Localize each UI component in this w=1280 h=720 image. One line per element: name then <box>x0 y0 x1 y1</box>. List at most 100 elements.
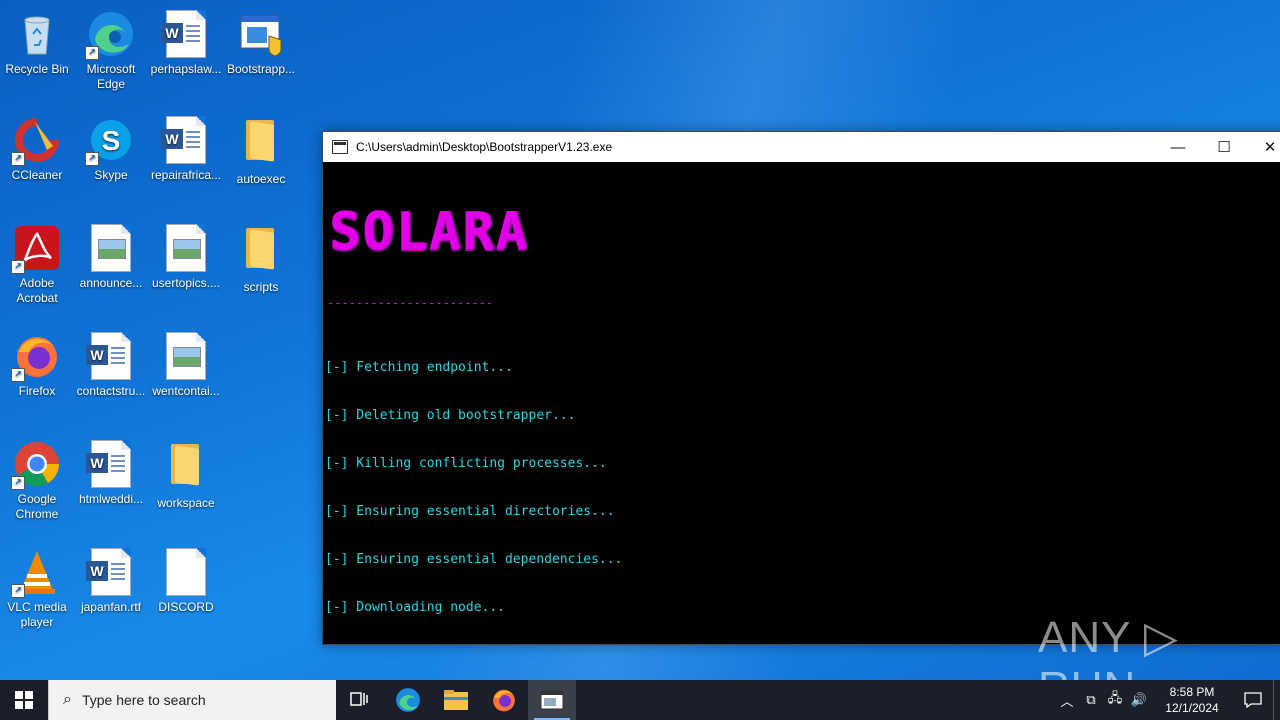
close-button[interactable]: ✕ <box>1247 132 1280 162</box>
minimize-button[interactable]: — <box>1155 132 1201 162</box>
skype-icon: S ↗ <box>85 116 135 166</box>
console-line: [-] Ensuring essential dependencies... <box>325 552 623 567</box>
folder-icon <box>237 120 285 168</box>
desktop-icon-google-chrome[interactable]: ↗ Google Chrome <box>0 440 74 522</box>
action-center-button[interactable] <box>1233 692 1273 708</box>
desktop-icon-label: japanfan.rtf <box>80 600 142 614</box>
desktop-icon-autoexec[interactable]: autoexec <box>224 116 298 187</box>
console-window[interactable]: C:\Users\admin\Desktop\BootstrapperV1.23… <box>322 131 1280 645</box>
desktop-icon-wentcontai[interactable]: wentcontai... <box>149 332 223 399</box>
exe-installer-icon <box>237 10 285 58</box>
taskbar-console-button[interactable] <box>528 680 576 720</box>
desktop-icon-adobe-acrobat[interactable]: ↗ Adobe Acrobat <box>0 224 74 306</box>
taskbar-firefox-button[interactable] <box>480 680 528 720</box>
desktop-icon-label: Firefox <box>18 384 56 398</box>
image-file-icon <box>162 224 210 272</box>
word-document-icon: W <box>161 10 210 58</box>
svg-text:S: S <box>102 125 121 156</box>
desktop-icon-label: DISCORD <box>158 600 214 614</box>
word-document-icon: W <box>86 440 135 488</box>
desktop-icon-label: announce... <box>79 276 143 290</box>
desktop-icon-label: VLC media player <box>7 600 67 629</box>
word-document-icon: W <box>161 116 210 164</box>
folder-icon <box>237 228 285 276</box>
taskbar-edge-button[interactable] <box>384 680 432 720</box>
desktop-icon-japanfan[interactable]: W japanfan.rtf <box>74 548 148 615</box>
banner-rule: ----------------------- <box>327 296 494 310</box>
console-titlebar[interactable]: C:\Users\admin\Desktop\BootstrapperV1.23… <box>323 132 1280 162</box>
console-line: [-] Fetching endpoint... <box>325 360 513 375</box>
start-button[interactable] <box>0 680 48 720</box>
recycle-bin-icon <box>13 10 61 58</box>
acrobat-icon: ↗ <box>11 224 61 274</box>
network-icon[interactable]: 🖧 <box>1103 689 1127 711</box>
desktop-icon-vlc[interactable]: ↗ VLC media player <box>0 548 74 630</box>
desktop-icon-htmlweddi[interactable]: W htmlweddi... <box>74 440 148 507</box>
desktop-icon-scripts[interactable]: scripts <box>224 224 298 295</box>
shortcut-arrow-icon: ↗ <box>85 46 99 60</box>
console-line: [-] Deleting old bootstrapper... <box>325 408 576 423</box>
clock-time: 8:58 PM <box>1169 685 1215 699</box>
desktop-icon-firefox[interactable]: ↗ Firefox <box>0 332 74 399</box>
desktop-icon-usertopics[interactable]: usertopics.... <box>149 224 223 291</box>
blank-file-icon <box>162 548 210 596</box>
desktop-icon-microsoft-edge[interactable]: ↗ Microsoft Edge <box>74 10 148 92</box>
volume-icon[interactable]: 🔊 <box>1127 692 1151 708</box>
show-hidden-icons-button[interactable]: ︿ <box>1055 691 1079 710</box>
task-view-button[interactable] <box>336 680 384 720</box>
desktop-icon-ccleaner[interactable]: ↗ CCleaner <box>0 116 74 183</box>
desktop-icon-label: repairafrica... <box>150 168 222 182</box>
console-output[interactable]: SOLARA ----------------------- [-] Fetch… <box>323 162 1280 648</box>
word-document-icon: W <box>86 548 135 596</box>
show-desktop-button[interactable] <box>1273 680 1280 720</box>
desktop-icon-label: autoexec <box>236 172 286 186</box>
desktop-icon-workspace[interactable]: workspace <box>149 440 223 511</box>
desktop-icon-announce[interactable]: announce... <box>74 224 148 291</box>
desktop-icon-perhapslaw[interactable]: W perhapslaw... <box>149 10 223 77</box>
desktop-icon-repairafrica[interactable]: W repairafrica... <box>149 116 223 183</box>
console-app-icon <box>540 690 564 710</box>
desktop-icon-label: CCleaner <box>11 168 63 182</box>
shortcut-arrow-icon: ↗ <box>11 584 25 598</box>
desktop-icon-label: Google Chrome <box>15 492 59 521</box>
desktop-icon-label: workspace <box>157 496 215 510</box>
vlc-icon: ↗ <box>11 548 61 598</box>
image-file-icon <box>162 332 210 380</box>
taskbar-search-box[interactable]: ⌕ Type here to search <box>48 680 336 720</box>
clock-date: 12/1/2024 <box>1165 701 1219 715</box>
shortcut-arrow-icon: ↗ <box>11 368 25 382</box>
edge-icon <box>396 688 420 712</box>
desktop-icon-label: wentcontai... <box>152 384 220 398</box>
desktop-icon-label: Recycle Bin <box>5 62 69 76</box>
console-line: [-] Ensuring essential directories... <box>325 504 615 519</box>
word-document-icon: W <box>86 332 135 380</box>
console-app-icon <box>332 140 348 154</box>
meet-now-icon[interactable]: ⧉ <box>1079 692 1103 708</box>
desktop-icon-contactstru[interactable]: W contactstru... <box>74 332 148 399</box>
taskbar: ⌕ Type here to search ︿ ⧉ 🖧 🔊 8:58 PM 12… <box>0 680 1280 720</box>
shortcut-arrow-icon: ↗ <box>11 476 25 490</box>
maximize-button[interactable]: ☐ <box>1201 132 1247 162</box>
taskbar-file-explorer-button[interactable] <box>432 680 480 720</box>
search-placeholder: Type here to search <box>81 692 206 708</box>
desktop-icon-recycle-bin[interactable]: Recycle Bin <box>0 10 74 77</box>
ccleaner-icon: ↗ <box>11 116 61 166</box>
desktop-icon-skype[interactable]: S ↗ Skype <box>74 116 148 183</box>
desktop-icon-bootstrapper[interactable]: Bootstrapp... <box>224 10 298 77</box>
folder-icon <box>162 444 210 492</box>
desktop-icon-label: Microsoft Edge <box>86 62 136 91</box>
shortcut-arrow-icon: ↗ <box>11 152 25 166</box>
clock[interactable]: 8:58 PM 12/1/2024 <box>1157 684 1227 716</box>
shortcut-arrow-icon: ↗ <box>85 152 99 166</box>
desktop-icon-label: contactstru... <box>76 384 146 398</box>
desktop-icon-label: htmlweddi... <box>78 492 144 506</box>
task-view-icon <box>350 692 368 706</box>
edge-icon: ↗ <box>85 10 135 60</box>
search-icon: ⌕ <box>63 691 72 708</box>
desktop-icon-label: perhapslaw... <box>150 62 222 76</box>
desktop-icon-label: scripts <box>243 280 279 294</box>
console-line: [-] Killing conflicting processes... <box>325 456 607 471</box>
windows-logo-icon <box>15 691 33 709</box>
desktop-icon-discord[interactable]: DISCORD <box>149 548 223 615</box>
solara-banner: SOLARA <box>329 202 529 262</box>
